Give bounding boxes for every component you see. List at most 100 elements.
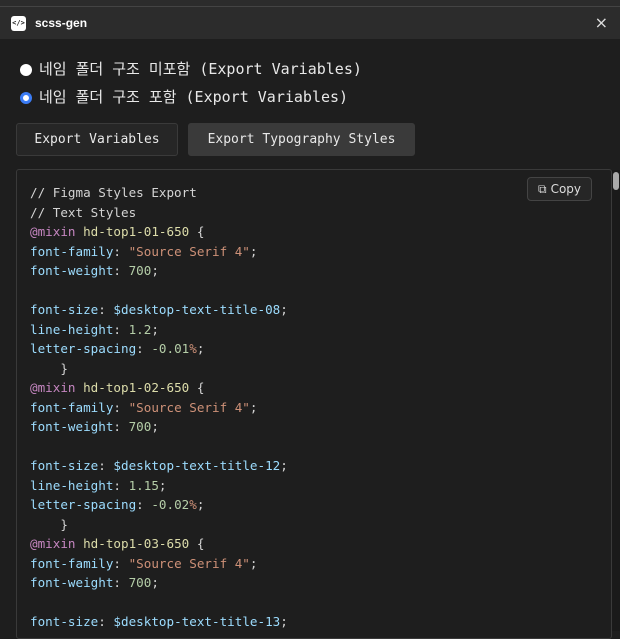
code-token: 1.15 <box>128 477 159 493</box>
code-token: "Source Serif 4" <box>128 243 250 259</box>
code-token: font-weight <box>30 263 114 278</box>
code-token: -0.02 <box>151 497 190 512</box>
copy-button[interactable]: ⧉ Copy <box>527 177 592 201</box>
code-token: ; <box>249 243 258 259</box>
code-token: @mixin <box>30 380 76 395</box>
code-line: font-family: "Source Serif 4"; <box>30 242 611 262</box>
code-token: font-size <box>30 458 99 473</box>
code-token: % <box>189 341 197 356</box>
code-token: : <box>136 341 152 356</box>
code-token: } <box>30 360 68 376</box>
code-line: @mixin hd-top1-03-650 { <box>30 534 611 554</box>
code-icon: </> <box>11 15 26 31</box>
code-token: "Source Serif 4" <box>128 555 250 571</box>
code-token: 700 <box>128 419 152 434</box>
code-token: ; <box>196 341 205 356</box>
code-token: font-family <box>30 399 114 415</box>
code-line: // Figma Styles Export <box>30 183 611 203</box>
code-token: ; <box>280 614 288 629</box>
code-token: : <box>98 302 114 317</box>
code-token: letter-spacing <box>30 497 137 512</box>
code-token: { <box>189 380 205 395</box>
code-token: ; <box>249 399 258 415</box>
radio-exclude-folder[interactable]: 네임 폴더 구조 미포함 (Export Variables) <box>20 58 362 79</box>
code-token: font-size <box>30 302 99 317</box>
code-token: $desktop-text-title-13 <box>113 614 281 629</box>
code-token: ; <box>151 321 159 337</box>
code-token: : <box>113 419 129 434</box>
code-token: hd-top1-03-650 <box>83 536 190 551</box>
code-line: letter-spacing: -0.02%; <box>30 495 611 515</box>
code-token: : <box>98 458 114 473</box>
code-line: // Text Styles <box>30 203 611 223</box>
code-token: $desktop-text-title-08 <box>113 302 281 317</box>
radio-button[interactable] <box>20 64 32 76</box>
code-line: @mixin hd-top1-01-650 { <box>30 222 611 242</box>
code-line: font-size: $desktop-text-title-08; <box>30 300 611 320</box>
code-token: : <box>113 321 129 337</box>
radio-button-selected[interactable] <box>20 92 32 104</box>
radio-label: 네임 폴더 구조 포함 (Export Variables) <box>39 88 349 106</box>
code-token: hd-top1-01-650 <box>83 224 190 239</box>
code-token: font-weight <box>30 575 114 590</box>
code-token: -0.01 <box>151 341 190 356</box>
close-icon[interactable]: × <box>595 13 608 32</box>
code-token: % <box>189 497 197 512</box>
radio-label: 네임 폴더 구조 미포함 (Export Variables) <box>39 60 362 78</box>
code-token: : <box>113 477 129 493</box>
code-token: ; <box>151 263 159 278</box>
code-token: hd-top1-02-650 <box>83 380 190 395</box>
window-title: scss-gen <box>35 16 88 30</box>
code-token: ; <box>280 302 288 317</box>
code-token: "Source Serif 4" <box>128 399 250 415</box>
code-token: : <box>113 263 129 278</box>
code-line: font-weight: 700; <box>30 261 611 281</box>
code-token: : <box>113 555 129 571</box>
code-token: 700 <box>128 575 152 590</box>
code-line: line-height: 1.2; <box>30 320 611 340</box>
code-token: ; <box>196 497 205 512</box>
scrollbar-thumb[interactable] <box>613 172 619 190</box>
code-token: { <box>189 536 205 551</box>
scrollbar[interactable] <box>612 170 620 631</box>
code-token: } <box>30 516 68 532</box>
code-token: @mixin <box>30 224 76 239</box>
code-token: ; <box>280 458 288 473</box>
code-token: : <box>113 243 129 259</box>
code-line: @mixin hd-top1-02-650 { <box>30 378 611 398</box>
code-token: : <box>113 399 129 415</box>
code-line: font-family: "Source Serif 4"; <box>30 398 611 418</box>
code-token: $desktop-text-title-12 <box>113 458 281 473</box>
code-output[interactable]: // Figma Styles Export // Text Styles @mix… <box>16 169 612 639</box>
code-token: ; <box>151 419 159 434</box>
title-bar: </> scss-gen × <box>0 7 620 39</box>
window-top-edge <box>0 0 620 7</box>
code-line: font-family: "Source Serif 4"; <box>30 554 611 574</box>
code-token: { <box>189 224 205 239</box>
code-token: : <box>98 614 114 629</box>
code-line: } <box>30 515 611 535</box>
code-line: font-size: $desktop-text-title-12; <box>30 456 611 476</box>
code-line: letter-spacing: -0.01%; <box>30 339 611 359</box>
export-typography-button[interactable]: Export Typography Styles <box>188 123 415 156</box>
code-line: line-height: 1.15; <box>30 476 611 496</box>
code-token: ; <box>151 575 159 590</box>
code-token: : <box>136 497 152 512</box>
code-token: font-family <box>30 555 114 571</box>
code-token: font-weight <box>30 419 114 434</box>
code-token: @mixin <box>30 536 76 551</box>
code-token: line-height <box>30 321 114 337</box>
export-variables-button[interactable]: Export Variables <box>16 123 178 156</box>
radio-include-folder[interactable]: 네임 폴더 구조 포함 (Export Variables) <box>20 86 348 107</box>
code-token: ; <box>249 555 258 571</box>
code-line: font-size: $desktop-text-title-13; <box>30 612 611 632</box>
code-token: // Text Styles <box>30 204 137 220</box>
code-token: letter-spacing <box>30 341 137 356</box>
code-token: line-height <box>30 477 114 493</box>
